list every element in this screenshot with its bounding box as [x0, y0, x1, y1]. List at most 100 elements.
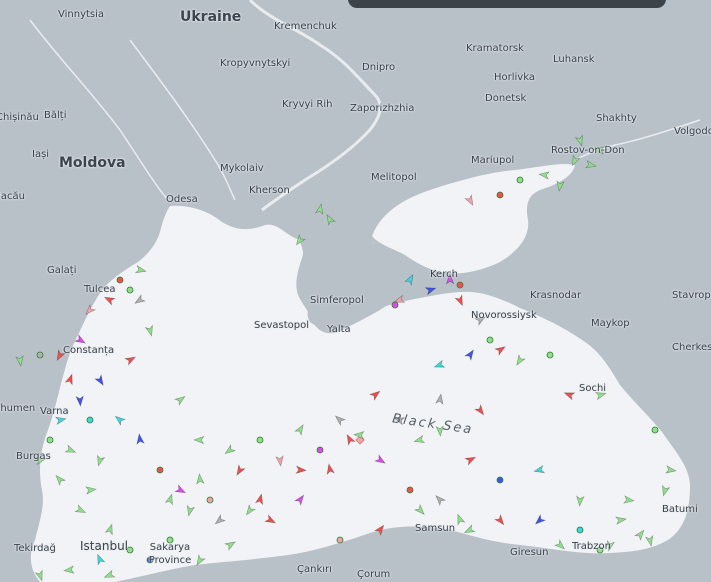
vessel-marker[interactable] [576, 526, 584, 534]
vessel-marker[interactable] [34, 569, 45, 582]
vessel-marker[interactable] [64, 373, 75, 386]
vessel-marker[interactable] [474, 403, 487, 417]
vessel-marker[interactable] [373, 523, 387, 537]
vessel-marker[interactable] [463, 524, 476, 536]
vessel-marker[interactable] [213, 513, 227, 527]
vessel-marker[interactable] [185, 504, 196, 517]
vessel-marker[interactable] [406, 486, 414, 494]
vessel-marker[interactable] [456, 281, 464, 289]
vessel-marker[interactable] [15, 355, 24, 367]
vessel-marker[interactable] [496, 191, 504, 199]
vessel-marker[interactable] [174, 484, 187, 496]
vessel-marker[interactable] [533, 464, 546, 475]
vessel-marker[interactable] [133, 294, 146, 306]
top-panel[interactable] [348, 0, 666, 8]
vessel-marker[interactable] [294, 423, 306, 436]
vessel-marker[interactable] [254, 493, 265, 506]
vessel-marker[interactable] [316, 446, 324, 454]
vessel-marker[interactable] [344, 433, 356, 446]
vessel-marker[interactable] [36, 351, 44, 359]
vessel-marker[interactable] [126, 286, 134, 294]
vessel-marker[interactable] [660, 484, 671, 497]
vessel-marker[interactable] [103, 294, 116, 306]
vessel-marker[interactable] [113, 413, 127, 427]
vessel-marker[interactable] [391, 301, 399, 309]
vessel-marker[interactable] [433, 493, 447, 507]
vessel-marker[interactable] [493, 513, 507, 527]
vessel-marker[interactable] [374, 454, 387, 466]
vessel-marker[interactable] [74, 504, 87, 516]
vessel-marker[interactable] [193, 435, 205, 445]
vessel-marker[interactable] [224, 539, 237, 551]
vessel-marker[interactable] [104, 523, 115, 536]
vessel-marker[interactable] [83, 303, 97, 317]
vessel-marker[interactable] [63, 565, 75, 574]
vessel-marker[interactable] [314, 203, 325, 216]
vessel-marker[interactable] [223, 444, 237, 457]
vessel-marker[interactable] [164, 493, 176, 506]
vessel-marker[interactable] [413, 503, 427, 517]
vessel-marker[interactable] [256, 436, 264, 444]
vessel-marker[interactable] [454, 294, 465, 307]
vessel-marker[interactable] [464, 348, 476, 361]
vessel-marker[interactable] [494, 344, 507, 356]
vessel-marker[interactable] [156, 466, 164, 474]
vessel-marker[interactable] [325, 463, 335, 476]
vessel-marker[interactable] [53, 473, 67, 487]
vessel-marker[interactable] [275, 455, 284, 467]
vessel-marker[interactable] [94, 374, 106, 387]
vessel-marker[interactable] [173, 394, 187, 406]
vessel-marker[interactable] [86, 416, 94, 424]
vessel-marker[interactable] [563, 389, 576, 401]
vessel-marker[interactable] [75, 395, 84, 407]
vessel-marker[interactable] [295, 465, 307, 474]
vessel-marker[interactable] [46, 436, 54, 444]
vessel-marker[interactable] [665, 465, 677, 474]
vessel-marker[interactable] [244, 503, 256, 517]
vessel-marker[interactable] [433, 359, 446, 370]
vessel-marker[interactable] [196, 473, 205, 485]
vessel-marker[interactable] [538, 171, 550, 180]
vessel-marker[interactable] [134, 264, 147, 275]
vessel-marker[interactable] [333, 413, 347, 427]
vessel-marker[interactable] [368, 388, 382, 402]
vessel-marker[interactable] [94, 553, 106, 566]
vessel-marker[interactable] [454, 513, 466, 526]
vessel-marker[interactable] [496, 476, 504, 484]
vessel-marker[interactable] [206, 496, 214, 504]
vessel-marker[interactable] [124, 354, 137, 366]
vessel-marker[interactable] [644, 534, 655, 547]
vessel-marker[interactable] [264, 514, 277, 526]
vessel-marker[interactable] [556, 180, 565, 192]
vessel-marker[interactable] [514, 354, 526, 367]
vessel-marker[interactable] [234, 464, 246, 477]
vessel-marker[interactable] [336, 536, 344, 544]
vessel-marker[interactable] [516, 176, 524, 184]
vessel-marker[interactable] [424, 285, 437, 296]
vessel-marker[interactable] [464, 194, 476, 207]
vessel-marker[interactable] [136, 433, 145, 445]
vessel-marker[interactable] [569, 154, 581, 167]
vessel-marker[interactable] [294, 233, 306, 247]
vessel-marker[interactable] [85, 486, 97, 495]
vessel-marker[interactable] [116, 276, 124, 284]
vessel-marker[interactable] [651, 426, 659, 434]
vessel-marker[interactable] [103, 569, 116, 580]
vessel-marker[interactable] [64, 444, 77, 455]
vessel-marker[interactable] [404, 273, 416, 286]
vessel-marker[interactable] [533, 513, 547, 527]
vessel-marker[interactable] [633, 528, 647, 542]
vessel-marker[interactable] [95, 454, 106, 467]
vessel-marker[interactable] [553, 538, 567, 552]
vessel-marker[interactable] [615, 516, 627, 525]
vessel-marker[interactable] [294, 493, 307, 507]
vessel-marker[interactable] [144, 324, 156, 337]
vessel-marker[interactable] [324, 213, 336, 226]
vessel-marker[interactable] [623, 495, 635, 504]
vessel-marker[interactable] [546, 351, 554, 359]
vessel-marker[interactable] [435, 393, 445, 405]
ship-map[interactable]: Black Sea Ukraine Moldova Vinnytsia Krem… [0, 0, 711, 582]
vessel-marker[interactable] [584, 160, 597, 170]
vessel-marker[interactable] [576, 495, 585, 507]
vessel-marker[interactable] [464, 454, 477, 466]
